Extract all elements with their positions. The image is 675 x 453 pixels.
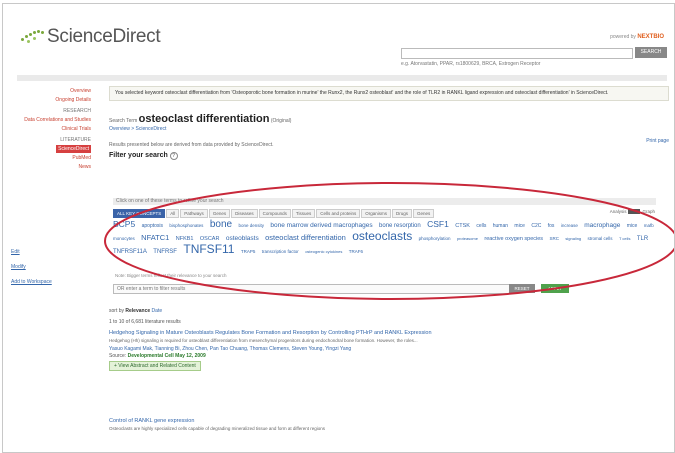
powered-by-label: powered by bbox=[610, 34, 636, 40]
sidebar-item-news[interactable]: News bbox=[17, 164, 91, 170]
add-to-workspace-link[interactable]: Add to Workspace bbox=[11, 279, 52, 285]
powered-by: powered by NEXTBIO bbox=[610, 34, 664, 40]
search-term-label: Search Term bbox=[109, 118, 138, 124]
search-button[interactable]: SEARCH bbox=[635, 47, 667, 58]
source-journal: Developmental Cell bbox=[127, 353, 174, 359]
result-title[interactable]: Control of RANKL gene expression bbox=[109, 418, 449, 425]
sidebar-heading-literature: LITERATURE bbox=[60, 137, 91, 143]
result-authors[interactable]: Yasuo Kagami Mak, Tianning Bi, Zhou Chen… bbox=[109, 346, 439, 353]
result-count: 1 to 10 of 6,681 literature results bbox=[109, 319, 181, 325]
source-date: May 12, 2009 bbox=[175, 353, 206, 359]
result-snippet: Osteoclasts are highly specialized cells… bbox=[109, 426, 326, 431]
edit-link[interactable]: Edit bbox=[11, 249, 52, 255]
print-page-link[interactable]: Print page bbox=[646, 138, 669, 144]
result-item: Hedgehog Signaling in Mature Osteoblasts… bbox=[109, 330, 439, 371]
result-title[interactable]: Hedgehog Signaling in Mature Osteoblasts… bbox=[109, 330, 439, 337]
help-icon[interactable]: ? bbox=[169, 152, 178, 160]
source-label: Source bbox=[109, 353, 125, 359]
sidebar-item-overview[interactable]: Overview bbox=[17, 88, 91, 94]
search-term-suffix: (Original) bbox=[270, 118, 292, 124]
search-term-line: Search Term osteoclast differentiation (… bbox=[109, 113, 669, 125]
sidebar-item-data-correlations[interactable]: Data Correlations and Studies bbox=[17, 117, 91, 123]
result-snippet: Hedgehog (Hh) signaling is required for … bbox=[109, 338, 418, 343]
sidebar-item-pubmed[interactable]: PubMed bbox=[17, 155, 91, 161]
result-source: Source: Developmental Cell May 12, 2009 bbox=[109, 353, 206, 359]
filter-title: Filter your search ? bbox=[109, 152, 669, 160]
search-input[interactable] bbox=[401, 48, 633, 59]
highlight-ellipse bbox=[104, 182, 674, 300]
filter-title-text: Filter your search bbox=[109, 152, 168, 159]
keyword-notice: You selected keyword osteoclast differen… bbox=[109, 86, 669, 101]
main-content: You selected keyword osteoclast differen… bbox=[109, 86, 669, 431]
search-term: osteoclast differentiation bbox=[138, 113, 270, 125]
sidebar-item-ongoing-details[interactable]: Ongoing Details bbox=[17, 97, 91, 103]
sidebar-nav: Overview Ongoing Details RESEARCH Data C… bbox=[17, 88, 91, 173]
sidebar-item-clinical-trials[interactable]: Clinical Trials bbox=[17, 126, 91, 132]
sidebar-heading-research: RESEARCH bbox=[63, 108, 91, 114]
sidebar-extra-links: Edit Modify Add to Workspace bbox=[11, 249, 52, 294]
search-hint: e.g. Atorvastatin, PPAR, rs1800629, BRCA… bbox=[401, 61, 541, 67]
browser-frame: ScienceDirect powered by NEXTBIO SEARCH … bbox=[2, 3, 675, 453]
sidebar-item-sciencedirect[interactable]: ScienceDirect bbox=[56, 145, 91, 153]
breadcrumb[interactable]: Overview > ScienceDirect bbox=[109, 126, 669, 132]
logo-dots-icon bbox=[21, 30, 45, 44]
modify-link[interactable]: Modify bbox=[11, 264, 52, 270]
top-bar bbox=[17, 75, 667, 81]
view-abstract-button[interactable]: + View Abstract and Related Content bbox=[109, 361, 201, 371]
sciencedirect-logo[interactable]: ScienceDirect bbox=[21, 26, 161, 48]
result-item: Control of RANKL gene expression Osteocl… bbox=[109, 418, 449, 432]
logo-text: ScienceDirect bbox=[47, 26, 161, 47]
results-note: Results presented below are derived from… bbox=[109, 142, 274, 148]
nextbio-brand[interactable]: NEXTBIO bbox=[637, 34, 664, 40]
